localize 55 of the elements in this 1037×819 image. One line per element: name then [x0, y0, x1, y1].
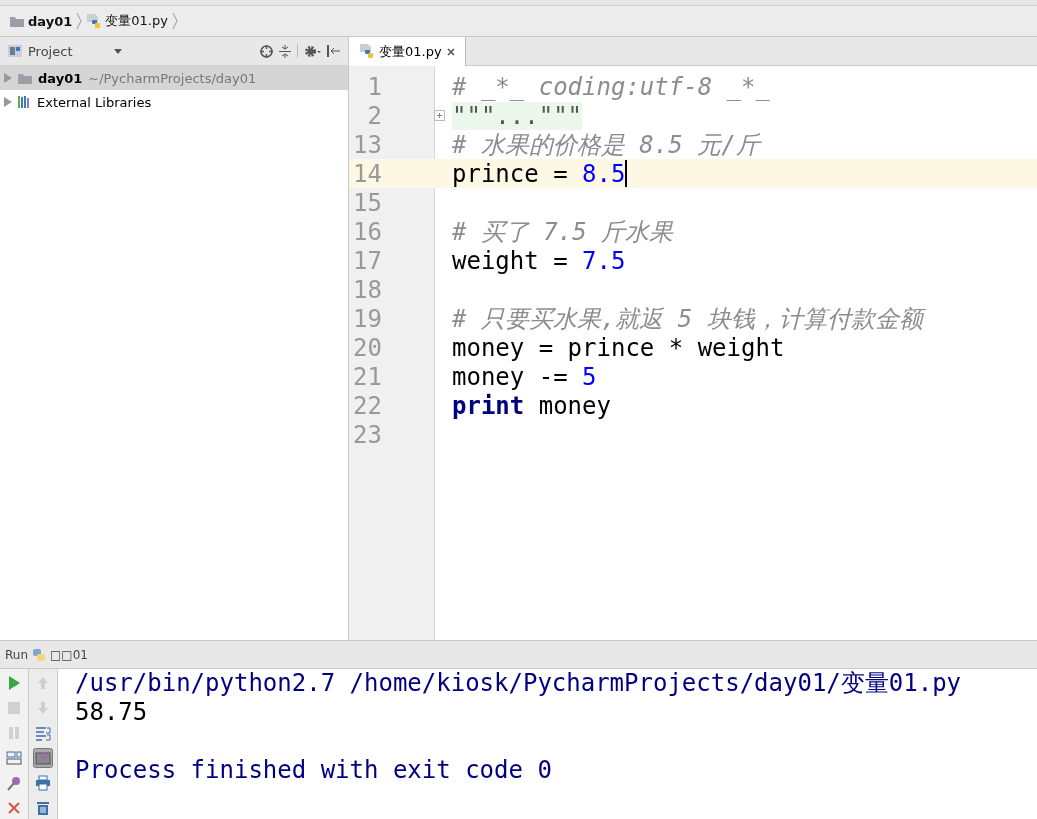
console-line: /usr/bin/python2.7 /home/kiosk/PycharmProjects/day01/变量01.py [75, 669, 962, 698]
expand-fold-icon[interactable] [434, 110, 445, 121]
line-number: 16 [352, 217, 383, 246]
line-number: 1 [366, 72, 383, 101]
collapse-icon[interactable] [279, 44, 291, 58]
line-number: 14 [352, 159, 383, 188]
close-icon[interactable] [446, 47, 455, 56]
dropdown-caret-icon[interactable] [114, 48, 122, 54]
folded-code: """...""" [452, 101, 583, 130]
line-number: 19 [352, 304, 383, 333]
library-icon [18, 96, 31, 108]
scroll-to-end-icon[interactable] [33, 748, 53, 768]
run-config-tab[interactable]: □□01 [50, 647, 88, 662]
chevron-icon [76, 12, 83, 30]
python-file-icon [359, 44, 374, 59]
code-line: print money [452, 391, 611, 420]
console-line: 58.75 [75, 698, 149, 727]
line-number: 17 [352, 246, 383, 275]
tree-item[interactable]: day01 ~/PycharmProjects/day01 [0, 66, 348, 90]
python-icon [32, 647, 46, 662]
tree-item[interactable]: External Libraries [0, 90, 348, 114]
line-number: 22 [352, 391, 383, 420]
line-number: 2 [366, 101, 383, 130]
expand-arrow-icon [4, 97, 12, 107]
line-number: 20 [352, 333, 383, 362]
line-number: 23 [352, 420, 383, 449]
breadcrumb-item[interactable]: day01 [28, 13, 73, 29]
editor-tab[interactable]: 变量01.py [349, 37, 466, 66]
folder-icon [18, 72, 32, 84]
line-number: 18 [352, 275, 383, 304]
code-line: prince = 8.5 [452, 159, 626, 188]
code-line: # _*_ coding:utf-8 _*_ [452, 72, 770, 101]
code-line: # 买了 7.5 斤水果 [452, 216, 674, 248]
console-line: Process finished with exit code 0 [75, 756, 553, 785]
python-file-icon [86, 13, 102, 29]
print-icon[interactable] [33, 773, 53, 793]
project-icon [8, 45, 22, 57]
layout-icon[interactable] [4, 748, 24, 768]
line-number: 13 [352, 130, 383, 159]
chevron-icon [171, 12, 178, 30]
panel-title[interactable]: Project [28, 43, 108, 59]
breadcrumb-item[interactable]: 变量01.py [105, 12, 168, 30]
line-number: 15 [352, 188, 383, 217]
line-number: 21 [352, 362, 383, 391]
folder-icon [10, 15, 24, 27]
hide-panel-icon[interactable] [327, 45, 340, 57]
code-line: money = prince * weight [452, 333, 785, 362]
text-cursor [625, 160, 628, 187]
code-line: # 水果的价格是 8.5 元/斤 [452, 129, 760, 161]
code-line: weight = 7.5 [452, 246, 626, 275]
panel-title: Run [5, 647, 28, 662]
code-line: money -= 5 [452, 362, 597, 391]
target-icon[interactable] [260, 44, 273, 58]
settings-icon[interactable] [304, 44, 321, 58]
expand-arrow-icon [4, 73, 12, 83]
